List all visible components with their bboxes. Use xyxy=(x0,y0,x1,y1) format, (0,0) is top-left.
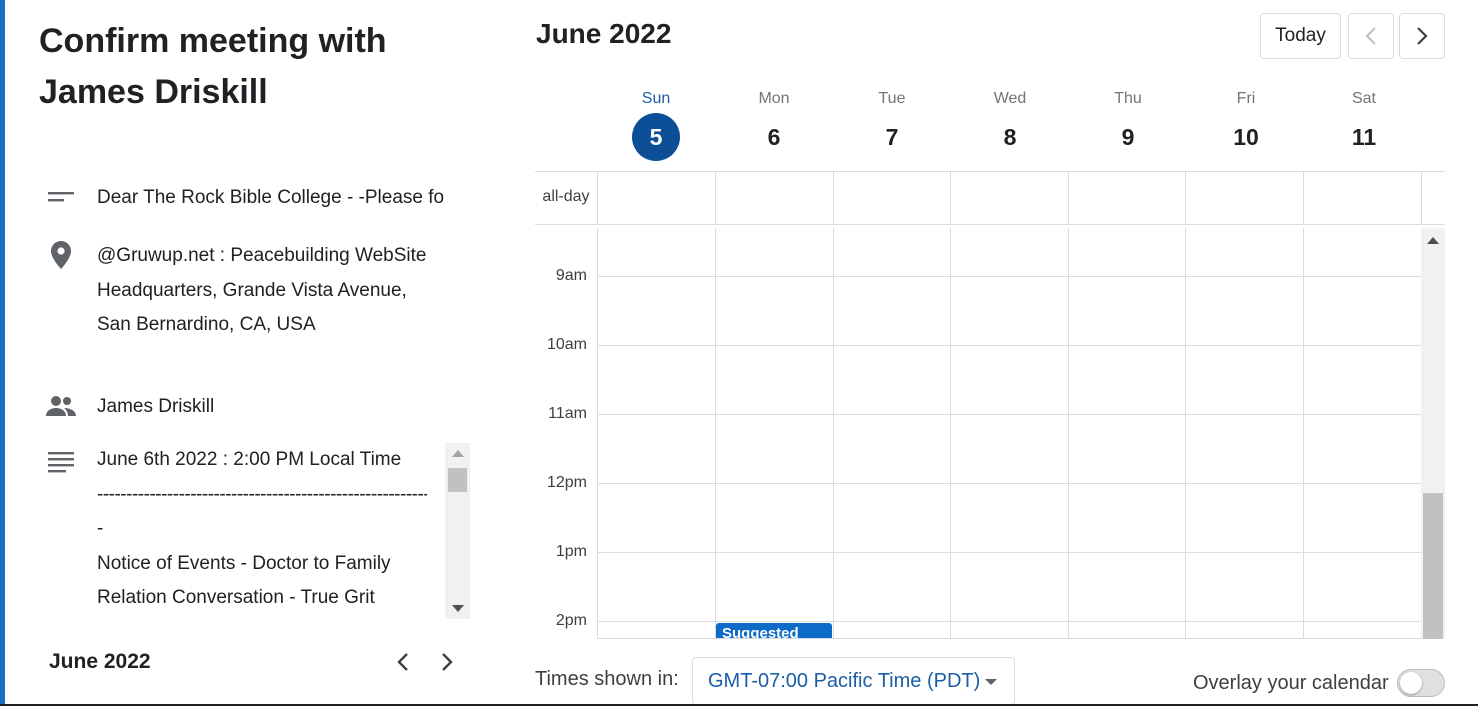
mini-calendar-next-button[interactable] xyxy=(433,648,461,676)
day-column-divider xyxy=(833,228,834,639)
time-grid[interactable]: 2pm 1pm 12pm 11am 10am 9am Suggested xyxy=(535,228,1445,639)
notes-line: Relation Conversation - True Grit xyxy=(97,587,375,608)
day-date[interactable]: 9 xyxy=(1104,113,1152,161)
day-header-wed[interactable]: Wed 8 xyxy=(951,88,1069,161)
day-column-divider xyxy=(1303,228,1304,639)
scroll-up-arrow-icon[interactable] xyxy=(452,450,464,457)
day-date[interactable]: 8 xyxy=(986,113,1034,161)
hour-line xyxy=(597,621,1422,622)
calendar-month-title: June 2022 xyxy=(536,18,672,49)
prev-week-button[interactable] xyxy=(1348,13,1394,59)
location-line: @Gruwup.net : Peacebuilding WebSite xyxy=(97,245,427,266)
notes-line: Notice of Events - Doctor to Family xyxy=(97,552,391,574)
timezone-select[interactable]: GMT-07:00 Pacific Time (PDT) xyxy=(692,657,1015,705)
day-column-divider xyxy=(715,228,716,639)
description-row: Dear The Rock Bible College - -Please fo xyxy=(45,181,457,216)
chevron-left-icon xyxy=(397,653,408,671)
day-column-divider xyxy=(1068,228,1069,639)
day-name: Wed xyxy=(993,90,1027,107)
day-column-divider xyxy=(950,228,951,639)
all-day-cell-divider xyxy=(950,172,951,224)
hour-line xyxy=(597,414,1422,415)
notes-separator: ----------------------------------------… xyxy=(97,483,427,505)
all-day-row[interactable] xyxy=(597,172,1422,224)
hour-line xyxy=(597,552,1422,553)
location-line: San Bernardino, CA, USA xyxy=(97,314,316,335)
toggle-knob[interactable] xyxy=(1400,672,1422,694)
hour-line xyxy=(597,345,1422,346)
location-line: Headquarters, Grande Vista Avenue, xyxy=(97,279,407,301)
day-header-fri[interactable]: Fri 10 xyxy=(1187,88,1305,161)
day-name: Fri xyxy=(1236,90,1256,107)
today-button[interactable]: Today xyxy=(1260,13,1341,59)
time-label: 10am xyxy=(546,336,587,353)
day-header-sat[interactable]: Sat 11 xyxy=(1305,88,1423,161)
grid-divider xyxy=(597,638,1422,639)
caret-down-icon xyxy=(985,679,997,685)
suggested-event[interactable]: Suggested xyxy=(716,623,832,639)
scroll-down-arrow-icon[interactable] xyxy=(452,605,464,612)
mini-calendar-month: June 2022 xyxy=(49,650,151,673)
all-day-label: all-day xyxy=(542,188,590,205)
notes-icon xyxy=(45,446,77,478)
day-header-thu[interactable]: Thu 9 xyxy=(1069,88,1187,161)
day-date[interactable]: 7 xyxy=(868,113,916,161)
attendee-row: James Driskill xyxy=(45,390,214,425)
notes-line: - xyxy=(97,518,104,539)
chevron-right-icon xyxy=(442,653,453,671)
chevron-right-icon xyxy=(1417,27,1428,45)
overlay-calendar-toggle[interactable] xyxy=(1397,669,1445,697)
event-description: Dear The Rock Bible College - -Please fo xyxy=(97,187,445,208)
all-day-cell-divider xyxy=(597,172,598,224)
day-header-sun[interactable]: Sun 5 xyxy=(597,88,715,161)
day-name: Sun xyxy=(641,90,671,107)
people-icon xyxy=(45,390,77,422)
day-name: Mon xyxy=(758,90,790,107)
event-title: Confirm meeting with James Driskill xyxy=(39,22,387,111)
day-date[interactable]: 6 xyxy=(750,113,798,161)
notes-line: June 6th 2022 : 2:00 PM Local Time xyxy=(97,449,402,470)
day-column-divider xyxy=(1185,228,1186,639)
notes-section: June 6th 2022 : 2:00 PM Local Time -----… xyxy=(45,443,470,619)
day-header-mon[interactable]: Mon 6 xyxy=(715,88,833,161)
day-column-divider xyxy=(597,228,598,639)
short-text-icon xyxy=(45,181,77,213)
times-shown-label: Times shown in: xyxy=(535,668,679,690)
notes-text: June 6th 2022 : 2:00 PM Local Time -----… xyxy=(97,443,435,619)
time-label: 1pm xyxy=(555,543,587,560)
calendar-scrollbar-thumb[interactable] xyxy=(1423,493,1443,639)
today-date-circle[interactable]: 5 xyxy=(632,113,680,161)
mini-calendar-prev-button[interactable] xyxy=(389,648,417,676)
scroll-up-arrow-icon[interactable] xyxy=(1427,237,1439,244)
event-details-panel: Confirm meeting with James Driskill Dear… xyxy=(5,0,515,704)
location-pin-icon xyxy=(45,239,77,271)
all-day-cell-divider xyxy=(1421,172,1422,224)
notes-scrollbar[interactable] xyxy=(445,443,470,619)
attendee-name: James Driskill xyxy=(97,396,215,417)
all-day-cell-divider xyxy=(833,172,834,224)
day-name: Thu xyxy=(1114,90,1142,107)
day-date[interactable]: 10 xyxy=(1222,113,1270,161)
all-day-cell-divider xyxy=(1068,172,1069,224)
all-day-cell-divider xyxy=(1185,172,1186,224)
time-label: 2pm xyxy=(555,612,587,629)
overlay-calendar-label: Overlay your calendar xyxy=(1193,672,1389,694)
location-row: @Gruwup.net : Peacebuilding WebSite Head… xyxy=(45,239,457,343)
chevron-left-icon xyxy=(1365,27,1376,45)
hour-line xyxy=(597,483,1422,484)
day-name: Sat xyxy=(1351,90,1376,107)
hour-line xyxy=(597,276,1422,277)
time-label: 12pm xyxy=(546,474,587,491)
notes-scrollbar-thumb[interactable] xyxy=(448,468,467,492)
day-name: Tue xyxy=(878,90,906,107)
day-date[interactable]: 11 xyxy=(1340,113,1388,161)
all-day-cell-divider xyxy=(1303,172,1304,224)
day-header-tue[interactable]: Tue 7 xyxy=(833,88,951,161)
next-week-button[interactable] xyxy=(1399,13,1445,59)
time-label: 11am xyxy=(548,405,587,422)
calendar-scrollbar[interactable] xyxy=(1421,228,1445,639)
time-label: 9am xyxy=(555,267,587,284)
all-day-cell-divider xyxy=(715,172,716,224)
timezone-value: GMT-07:00 Pacific Time (PDT) xyxy=(708,669,981,692)
